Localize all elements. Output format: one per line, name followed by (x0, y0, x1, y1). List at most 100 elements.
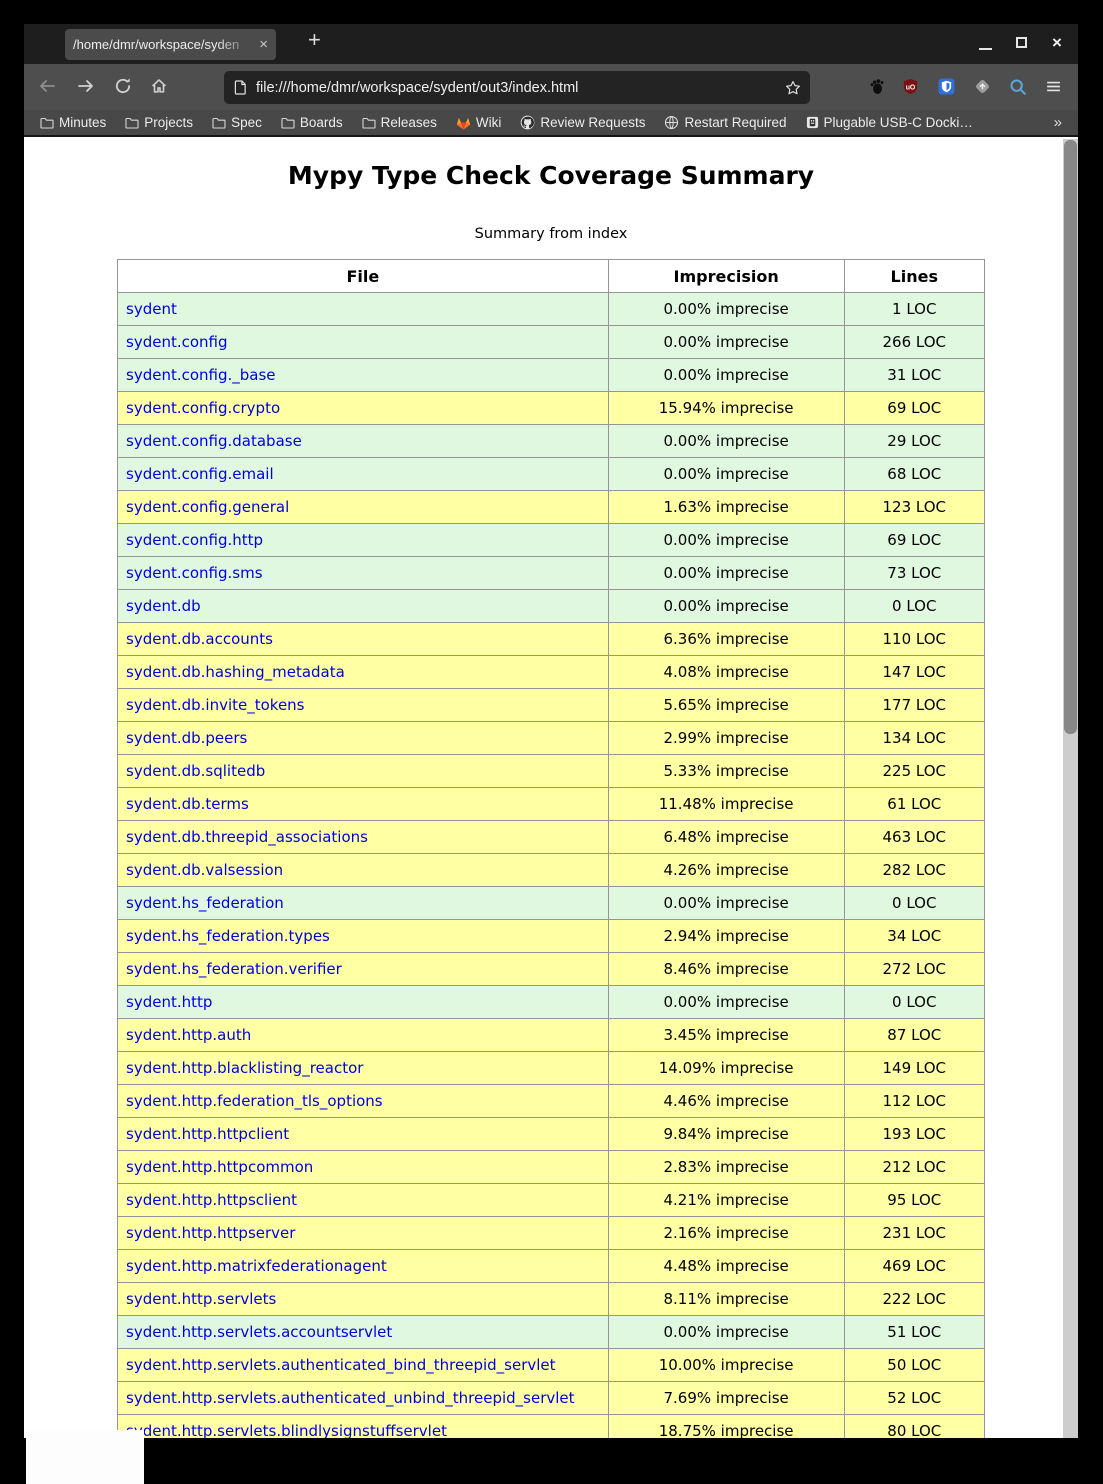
bookmark-item[interactable]: Projects (125, 115, 193, 130)
bookmark-item[interactable]: Restart Required (664, 115, 786, 130)
browser-tab[interactable]: /home/dmr/workspace/syden × (65, 29, 276, 60)
bookmark-item[interactable]: Review Requests (520, 115, 645, 130)
imprecision-cell: 4.26% imprecise (608, 854, 844, 887)
file-link[interactable]: sydent.http.httpserver (126, 1224, 295, 1242)
vertical-scrollbar[interactable] (1063, 139, 1078, 1438)
file-link[interactable]: sydent.db.invite_tokens (126, 696, 305, 714)
imprecision-cell: 0.00% imprecise (608, 359, 844, 392)
file-cell: sydent.db.accounts (118, 623, 609, 656)
new-tab-button[interactable]: + (308, 27, 321, 53)
file-link[interactable]: sydent.config.general (126, 498, 289, 516)
file-link[interactable]: sydent.config.http (126, 531, 263, 549)
bookmark-label: Projects (144, 115, 193, 130)
tab-close-icon[interactable]: × (259, 37, 268, 52)
menu-hamburger-icon[interactable] (1045, 78, 1062, 95)
file-link[interactable]: sydent.db.peers (126, 729, 247, 747)
file-cell: sydent.db.sqlitedb (118, 755, 609, 788)
file-link[interactable]: sydent.db.threepid_associations (126, 828, 368, 846)
file-link[interactable]: sydent.http (126, 993, 212, 1011)
table-row: sydent.http.servlets.accountservlet 0.00… (118, 1316, 985, 1349)
file-cell: sydent.config.sms (118, 557, 609, 590)
table-row: sydent.hs_federation.verifier 8.46% impr… (118, 953, 985, 986)
file-link[interactable]: sydent.hs_federation (126, 894, 284, 912)
extension-diamond-icon[interactable] (974, 78, 991, 95)
file-link[interactable]: sydent.config.sms (126, 564, 263, 582)
bookmark-item[interactable]: Boards (281, 115, 343, 130)
gitlab-icon (456, 116, 471, 130)
table-row: sydent.http.httpcommon 2.83% imprecise 2… (118, 1151, 985, 1184)
file-link[interactable]: sydent.config.email (126, 465, 274, 483)
url-text[interactable]: file:///home/dmr/workspace/sydent/out3/i… (256, 80, 578, 96)
file-link[interactable]: sydent.http.auth (126, 1026, 251, 1044)
gnome-extension-icon[interactable] (868, 78, 885, 95)
lines-cell: 193 LOC (844, 1118, 984, 1151)
file-link[interactable]: sydent.config._base (126, 366, 276, 384)
file-cell: sydent.db.terms (118, 788, 609, 821)
search-icon[interactable] (1009, 78, 1027, 96)
lines-cell: 29 LOC (844, 425, 984, 458)
imprecision-cell: 10.00% imprecise (608, 1349, 844, 1382)
lines-cell: 149 LOC (844, 1052, 984, 1085)
file-link[interactable]: sydent.config (126, 333, 228, 351)
file-link[interactable]: sydent.http.matrixfederationagent (126, 1257, 387, 1275)
ublock-origin-icon[interactable]: uO (902, 78, 919, 95)
imprecision-cell: 2.16% imprecise (608, 1217, 844, 1250)
file-link[interactable]: sydent (126, 300, 177, 318)
bookmark-item[interactable]: Spec (212, 115, 262, 130)
file-link[interactable]: sydent.http.httpsclient (126, 1191, 297, 1209)
file-cell: sydent.config.database (118, 425, 609, 458)
imprecision-cell: 7.69% imprecise (608, 1382, 844, 1415)
table-row: sydent.config._base 0.00% imprecise 31 L… (118, 359, 985, 392)
file-link[interactable]: sydent.db.hashing_metadata (126, 663, 345, 681)
table-row: sydent.http.servlets.authenticated_unbin… (118, 1382, 985, 1415)
window-minimize-button[interactable] (979, 48, 992, 50)
table-row: sydent.http.auth 3.45% imprecise 87 LOC (118, 1019, 985, 1052)
bookmark-item[interactable]: Minutes (40, 115, 106, 130)
file-link[interactable]: sydent.http.federation_tls_options (126, 1092, 383, 1110)
file-link[interactable]: sydent.http.servlets.authenticated_unbin… (126, 1389, 575, 1407)
file-link[interactable]: sydent.db.sqlitedb (126, 762, 265, 780)
file-link[interactable]: sydent.http.httpcommon (126, 1158, 313, 1176)
url-bar[interactable]: file:///home/dmr/workspace/sydent/out3/i… (224, 71, 810, 104)
window-maximize-button[interactable] (1016, 37, 1027, 48)
imprecision-cell: 18.75% imprecise (608, 1415, 844, 1439)
file-cell: sydent.http.httpsclient (118, 1184, 609, 1217)
lines-cell: 31 LOC (844, 359, 984, 392)
file-link[interactable]: sydent.config.database (126, 432, 302, 450)
window-close-button[interactable]: × (1052, 33, 1062, 53)
file-cell: sydent.db.valsession (118, 854, 609, 887)
table-row: sydent.db.accounts 6.36% imprecise 110 L… (118, 623, 985, 656)
bookmark-item[interactable]: Wiki (456, 115, 502, 130)
file-link[interactable]: sydent.http.blacklisting_reactor (126, 1059, 363, 1077)
file-link[interactable]: sydent.db.terms (126, 795, 249, 813)
file-link[interactable]: sydent.http.servlets.authenticated_bind_… (126, 1356, 556, 1374)
file-link[interactable]: sydent.db.valsession (126, 861, 283, 879)
file-link[interactable]: sydent.config.crypto (126, 399, 280, 417)
home-button[interactable] (150, 77, 168, 100)
imprecision-cell: 0.00% imprecise (608, 425, 844, 458)
file-link[interactable]: sydent.db.accounts (126, 630, 273, 648)
github-icon (520, 115, 535, 130)
lines-cell: 225 LOC (844, 755, 984, 788)
bookmark-star-icon[interactable] (785, 80, 801, 96)
reload-button[interactable] (114, 77, 132, 100)
back-button[interactable] (37, 78, 56, 99)
lines-cell: 177 LOC (844, 689, 984, 722)
header-imprecision: Imprecision (608, 260, 844, 293)
forward-button[interactable] (77, 78, 96, 99)
file-link[interactable]: sydent.hs_federation.verifier (126, 960, 342, 978)
file-link[interactable]: sydent.hs_federation.types (126, 927, 330, 945)
file-link[interactable]: sydent.http.servlets (126, 1290, 276, 1308)
bookmark-item[interactable]: Plugable USB-C Docki… (806, 115, 973, 130)
lines-cell: 112 LOC (844, 1085, 984, 1118)
file-link[interactable]: sydent.http.servlets.accountservlet (126, 1323, 392, 1341)
scrollbar-thumb[interactable] (1064, 140, 1077, 734)
file-link[interactable]: sydent.db (126, 597, 201, 615)
file-link[interactable]: sydent.http.httpclient (126, 1125, 289, 1143)
file-link[interactable]: sydent.http.servlets.blindlysignstuffser… (126, 1422, 447, 1438)
bitwarden-icon[interactable] (938, 78, 955, 95)
bookmarks-overflow-chevron[interactable]: » (1054, 114, 1062, 131)
table-row: sydent 0.00% imprecise 1 LOC (118, 293, 985, 326)
lines-cell: 69 LOC (844, 524, 984, 557)
bookmark-item[interactable]: Releases (362, 115, 437, 130)
